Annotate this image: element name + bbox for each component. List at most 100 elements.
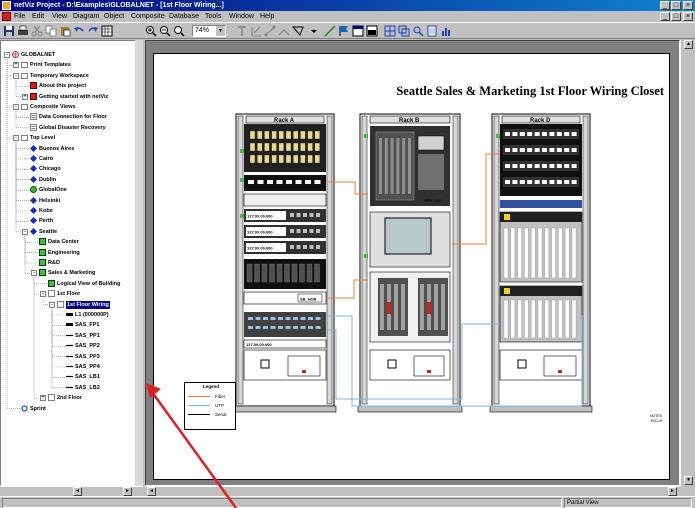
chassis-card[interactable] — [517, 299, 522, 339]
hub-label[interactable]: SB_HUB — [300, 297, 317, 302]
switch-port[interactable] — [314, 180, 321, 184]
switch-port[interactable] — [505, 148, 510, 152]
switch-port[interactable] — [542, 164, 547, 168]
patch-port[interactable] — [307, 154, 313, 164]
switch-port[interactable] — [571, 164, 577, 168]
hub-slot[interactable] — [291, 263, 298, 283]
zoom-out-icon[interactable] — [159, 25, 171, 37]
chart-icon[interactable] — [440, 25, 452, 37]
switch-port[interactable] — [315, 317, 321, 320]
server-label[interactable]: VPV_SW — [424, 198, 441, 203]
hub-slot[interactable] — [314, 263, 320, 283]
server-blade[interactable] — [402, 138, 406, 194]
ups-indicator[interactable] — [558, 370, 562, 373]
router-ip-label[interactable]: 127.00.00.000 — [247, 214, 273, 219]
switch-port[interactable] — [255, 326, 261, 329]
server-blade[interactable] — [379, 138, 382, 194]
drawing-horizontal-scrollbar[interactable]: ◄ ► — [145, 486, 680, 496]
rack-base[interactable] — [357, 405, 463, 413]
patch-port[interactable] — [293, 142, 299, 152]
scroll-left-button[interactable]: ◄ — [73, 487, 82, 496]
switch-port[interactable] — [278, 326, 283, 329]
cut-icon[interactable] — [31, 25, 43, 37]
grid-icon[interactable] — [101, 25, 113, 37]
collapse-icon[interactable]: - — [22, 228, 28, 235]
ups-panel[interactable] — [260, 359, 270, 369]
switch-port[interactable] — [248, 326, 253, 329]
chassis-card[interactable] — [510, 227, 515, 279]
switch-port[interactable] — [293, 317, 298, 320]
drawing-vertical-scrollbar[interactable]: ▲ ▼ — [680, 40, 695, 486]
switch-port[interactable] — [300, 317, 306, 320]
server-blade[interactable] — [390, 138, 394, 194]
status-led[interactable] — [364, 254, 368, 258]
patch-port[interactable] — [300, 154, 306, 164]
chassis-card[interactable] — [510, 299, 515, 339]
minimize-button[interactable]: _ — [660, 1, 670, 10]
router-port[interactable] — [303, 213, 307, 217]
chassis-card[interactable] — [503, 227, 509, 279]
rack-label[interactable]: Rack B — [399, 118, 420, 124]
drawing-scroll-left-button[interactable]: ◄ — [147, 487, 156, 496]
menu-composite[interactable]: Composite — [131, 12, 164, 21]
chassis-card[interactable] — [524, 299, 529, 339]
switch-port[interactable] — [512, 164, 518, 168]
switch-port[interactable] — [248, 180, 254, 184]
dropdown-arrow-icon[interactable] — [308, 25, 320, 37]
patch-port[interactable] — [249, 130, 256, 140]
switch-port[interactable] — [519, 164, 525, 168]
device-ip-label[interactable]: 127.00.00.000 — [246, 342, 272, 347]
chassis-card[interactable] — [558, 299, 563, 339]
zoom-in-icon[interactable] — [145, 25, 157, 37]
switch-port[interactable] — [564, 132, 570, 136]
patch-port[interactable] — [307, 142, 313, 152]
warning-icon[interactable] — [504, 214, 510, 220]
patch-port[interactable] — [249, 154, 256, 164]
rack-rail[interactable] — [452, 115, 459, 405]
hub-slot[interactable] — [284, 263, 290, 283]
router-port[interactable] — [303, 245, 307, 249]
expand-icon[interactable]: + — [22, 93, 28, 100]
tree-horizontal-scrollbar[interactable]: ◄ ► — [0, 486, 143, 496]
router-port[interactable] — [316, 229, 320, 233]
switch-port[interactable] — [542, 132, 547, 136]
rack-rail[interactable] — [361, 115, 368, 405]
switch-port[interactable] — [255, 317, 261, 320]
chassis-card[interactable] — [551, 227, 556, 279]
patch-port[interactable] — [257, 142, 263, 152]
switch-port[interactable] — [534, 132, 540, 136]
router-ip-label[interactable]: 127.00.00.000 — [247, 230, 273, 235]
switch-port[interactable] — [285, 326, 291, 329]
menu-database[interactable]: Database — [169, 12, 199, 21]
switch-unit[interactable] — [244, 175, 326, 191]
router-port[interactable] — [309, 245, 314, 249]
hub-slot[interactable] — [306, 263, 313, 283]
zoom-select[interactable]: 74% ▼ — [192, 25, 226, 37]
hub-slot[interactable] — [299, 263, 305, 283]
mdi-close-button[interactable]: × — [683, 12, 693, 21]
switch-port[interactable] — [571, 132, 577, 136]
switch-port[interactable] — [527, 148, 533, 152]
collapse-icon[interactable]: - — [13, 104, 19, 110]
switch-port[interactable] — [512, 132, 518, 136]
switch-port[interactable] — [248, 317, 253, 320]
switch-port[interactable] — [571, 148, 577, 152]
copy-icon[interactable] — [45, 25, 57, 37]
switch-port[interactable] — [270, 317, 276, 320]
switch-port[interactable] — [527, 164, 533, 168]
menu-help[interactable]: Help — [260, 12, 274, 21]
storage-led[interactable] — [387, 302, 391, 314]
status-led[interactable] — [240, 214, 244, 218]
switch-port[interactable] — [295, 180, 302, 184]
patch-port[interactable] — [293, 130, 299, 140]
find-icon[interactable] — [412, 25, 424, 37]
switch-port[interactable] — [564, 180, 570, 184]
link-icon[interactable] — [278, 25, 290, 37]
cascade-icon[interactable] — [398, 25, 410, 37]
switch-port[interactable] — [505, 164, 510, 168]
switch-port[interactable] — [278, 317, 283, 320]
scroll-up-button[interactable]: ▲ — [684, 40, 693, 49]
ups-panel[interactable] — [517, 359, 527, 369]
switch-port[interactable] — [512, 148, 518, 152]
status-led[interactable] — [240, 149, 244, 153]
